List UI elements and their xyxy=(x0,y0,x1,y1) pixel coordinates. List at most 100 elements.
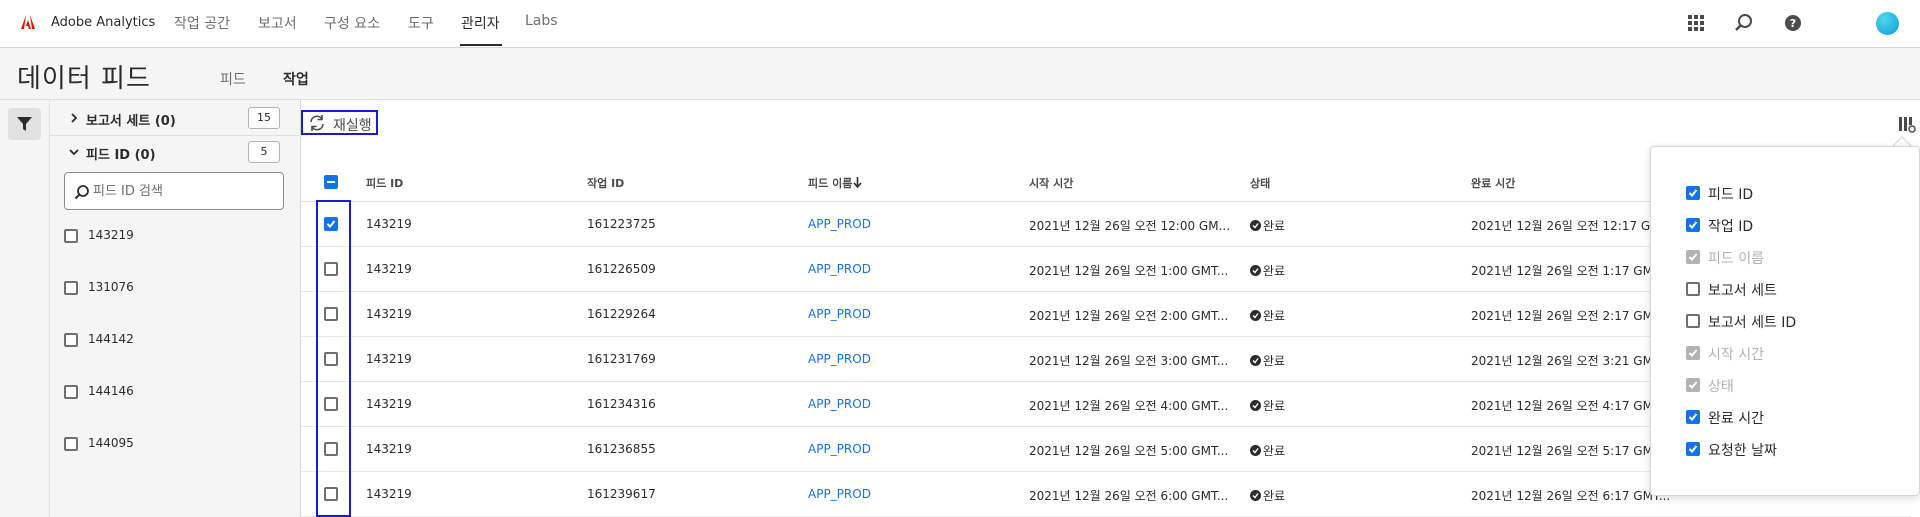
column-settings-icon[interactable] xyxy=(1898,115,1916,133)
feed-name-link[interactable]: APP_PROD xyxy=(808,262,871,276)
cell-start-time: 2021년 12월 26일 오전 5:00 GMT... xyxy=(1029,444,1229,458)
feed-name-link[interactable]: APP_PROD xyxy=(808,487,871,501)
status-label: 완료 xyxy=(1263,444,1286,458)
status-label: 완료 xyxy=(1263,264,1286,278)
checkbox[interactable] xyxy=(1686,282,1700,296)
search-input[interactable] xyxy=(93,181,273,201)
divider xyxy=(50,135,301,136)
chevron-down-icon[interactable] xyxy=(68,146,80,158)
cell-job-id: 161234316 xyxy=(587,397,656,411)
column-option-label: 상태 xyxy=(1708,379,1734,395)
status-label: 완료 xyxy=(1263,219,1286,233)
filter-item-label: 144142 xyxy=(88,332,134,346)
status-complete-icon xyxy=(1250,445,1261,456)
top-nav: Adobe Analytics 작업 공간 보고서 구성 요소 도구 관리자 L… xyxy=(0,0,1920,48)
status-complete-icon xyxy=(1250,400,1261,411)
nav-components[interactable]: 구성 요소 xyxy=(324,13,380,33)
checkbox[interactable] xyxy=(64,385,78,399)
column-option-label: 시작 시간 xyxy=(1708,347,1764,363)
nav-reports[interactable]: 보고서 xyxy=(258,13,297,33)
checkbox[interactable] xyxy=(1686,314,1700,328)
nav-tools[interactable]: 도구 xyxy=(408,13,434,33)
feed-name-link[interactable]: APP_PROD xyxy=(808,397,871,411)
count-badge: 5 xyxy=(248,141,280,163)
nav-labs[interactable]: Labs xyxy=(525,13,558,29)
tab-jobs[interactable]: 작업 xyxy=(283,69,309,89)
checkbox[interactable] xyxy=(1686,218,1700,232)
checkbox[interactable] xyxy=(64,333,78,347)
select-all-checkbox[interactable] xyxy=(324,175,338,189)
filter-panel: 보고서 세트 (0) 15 피드 ID (0) 5 143219 131076 … xyxy=(50,100,301,517)
feed-name-link[interactable]: APP_PROD xyxy=(808,217,871,231)
nav-admin[interactable]: 관리자 xyxy=(461,13,500,33)
avatar[interactable] xyxy=(1876,12,1899,35)
feed-name-link[interactable]: APP_PROD xyxy=(808,307,871,321)
cell-end-time: 2021년 12월 26일 오전 12:17 GM xyxy=(1471,219,1651,233)
column-header-label: 피드 이름 xyxy=(808,177,853,190)
search-icon xyxy=(74,185,89,200)
app-name[interactable]: Adobe Analytics xyxy=(51,15,155,30)
tab-feeds[interactable]: 피드 xyxy=(220,69,246,89)
cell-feed-id: 143219 xyxy=(366,262,412,276)
column-header-job-id[interactable]: 작업 ID xyxy=(587,175,624,191)
checkbox[interactable] xyxy=(1686,186,1700,200)
checkbox xyxy=(1686,378,1700,392)
nav-workspace[interactable]: 작업 공간 xyxy=(174,13,230,33)
column-option-label: 보고서 세트 xyxy=(1708,283,1777,299)
checkbox[interactable] xyxy=(64,437,78,451)
column-option-label: 피드 ID xyxy=(1708,187,1754,203)
row-checkbox-highlight xyxy=(316,200,351,517)
rerun-button[interactable]: 재실행 xyxy=(301,110,378,135)
filter-toggle-button[interactable] xyxy=(8,108,41,140)
filter-icon xyxy=(17,117,32,131)
status-complete-icon xyxy=(1250,220,1261,231)
column-header-start-time[interactable]: 시작 시간 xyxy=(1029,175,1073,191)
cell-end-time: 2021년 12월 26일 오전 4:17 GMT xyxy=(1471,399,1651,413)
column-option-label: 보고서 세트 ID xyxy=(1708,315,1797,331)
cell-feed-id: 143219 xyxy=(366,442,412,456)
cell-status: 완료 xyxy=(1250,352,1285,369)
column-header-end-time[interactable]: 완료 시간 xyxy=(1471,175,1515,191)
cell-job-id: 161223725 xyxy=(587,217,656,231)
status-label: 완료 xyxy=(1263,309,1286,323)
count-badge: 15 xyxy=(248,107,280,129)
chevron-right-icon[interactable] xyxy=(68,112,80,124)
cell-start-time: 2021년 12월 26일 오전 2:00 GMT... xyxy=(1029,309,1229,323)
cell-status: 완료 xyxy=(1250,397,1285,414)
cell-feed-id: 143219 xyxy=(366,307,412,321)
checkbox[interactable] xyxy=(1686,410,1700,424)
rerun-label: 재실행 xyxy=(333,118,372,134)
feed-name-link[interactable]: APP_PROD xyxy=(808,352,871,366)
filter-section-report-suites[interactable]: 보고서 세트 (0) xyxy=(86,110,176,129)
column-header-feed-id[interactable]: 피드 ID xyxy=(366,175,403,191)
column-picker-popover: 피드 ID 작업 ID 피드 이름 보고서 세트 보고서 세트 ID 시작 시간… xyxy=(1650,146,1920,496)
cell-end-time: 2021년 12월 26일 오전 5:17 GMT xyxy=(1471,444,1651,458)
apps-grid-icon[interactable] xyxy=(1685,12,1707,34)
help-icon[interactable]: ? xyxy=(1782,12,1804,34)
cell-job-id: 161239617 xyxy=(587,487,656,501)
cell-start-time: 2021년 12월 26일 오전 12:00 GM... xyxy=(1029,219,1231,233)
adobe-logo-icon[interactable] xyxy=(20,14,36,30)
cell-job-id: 161236855 xyxy=(587,442,656,456)
checkbox[interactable] xyxy=(64,229,78,243)
status-label: 완료 xyxy=(1263,489,1286,503)
cell-end-time: 2021년 12월 26일 오전 1:17 GMT xyxy=(1471,264,1651,278)
checkbox[interactable] xyxy=(64,281,78,295)
checkbox xyxy=(1686,250,1700,264)
cell-status: 완료 xyxy=(1250,262,1285,279)
feed-id-search[interactable] xyxy=(64,172,284,210)
cell-end-time: 2021년 12월 26일 오전 3:21 GMT xyxy=(1471,354,1651,368)
column-header-feed-name[interactable]: 피드 이름 xyxy=(808,175,862,191)
search-icon[interactable] xyxy=(1733,12,1755,34)
cell-job-id: 161229264 xyxy=(587,307,656,321)
filter-section-feed-id[interactable]: 피드 ID (0) xyxy=(86,144,156,163)
filter-item-label: 143219 xyxy=(88,228,134,242)
cell-start-time: 2021년 12월 26일 오전 4:00 GMT... xyxy=(1029,399,1229,413)
cell-end-time: 2021년 12월 26일 오전 2:17 GMT xyxy=(1471,309,1651,323)
refresh-icon xyxy=(310,115,324,131)
feed-name-link[interactable]: APP_PROD xyxy=(808,442,871,456)
column-header-status[interactable]: 상태 xyxy=(1250,175,1270,191)
cell-status: 완료 xyxy=(1250,442,1285,459)
cell-feed-id: 143219 xyxy=(366,487,412,501)
checkbox[interactable] xyxy=(1686,442,1700,456)
